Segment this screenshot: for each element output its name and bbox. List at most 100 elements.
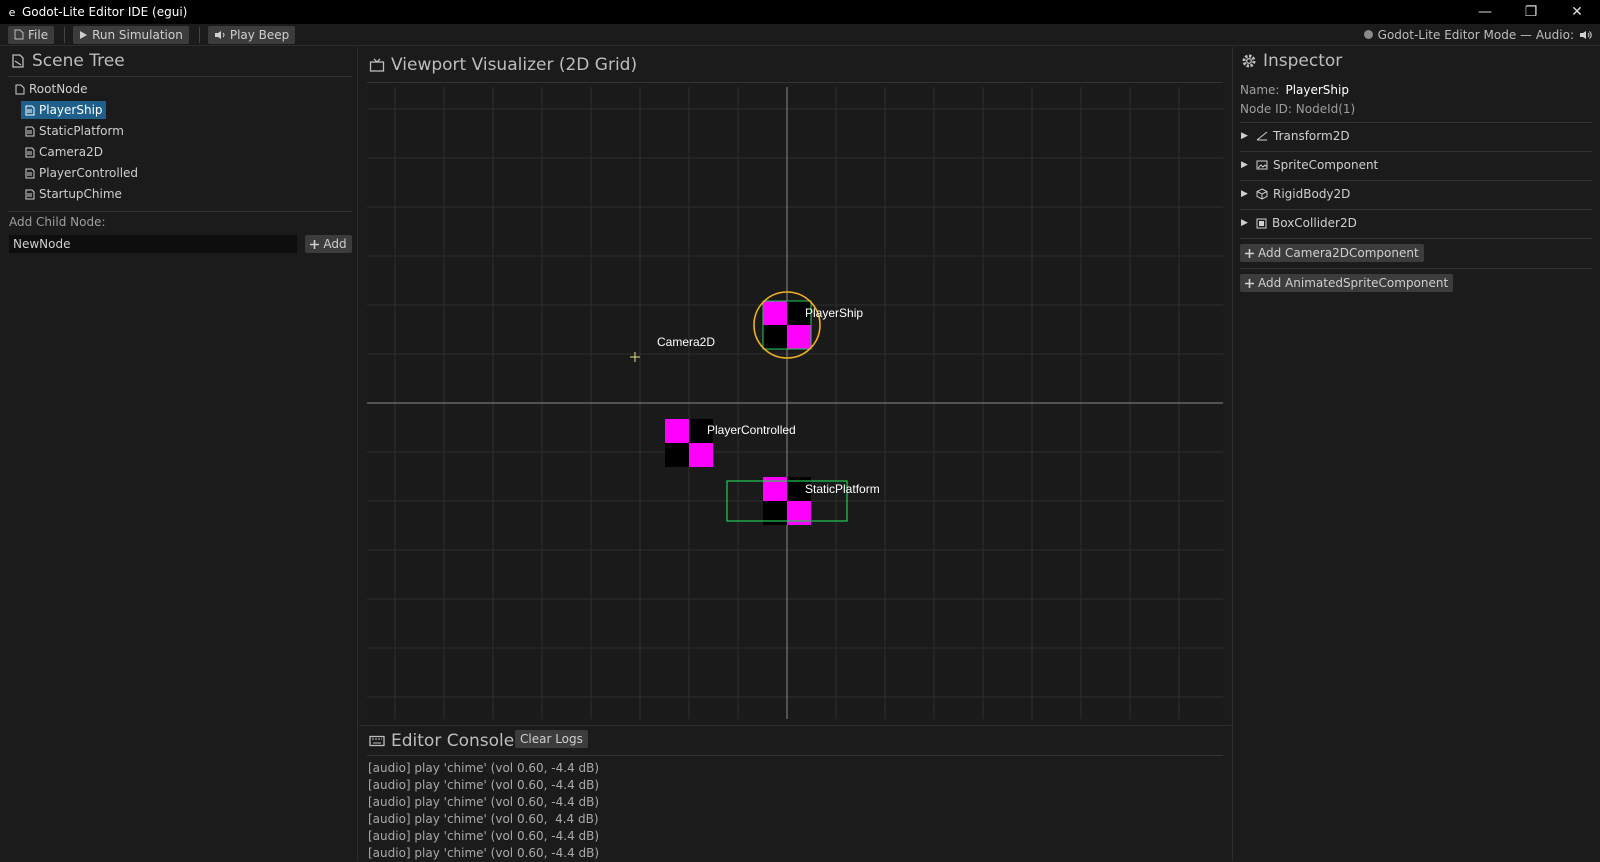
speaker-icon [214, 30, 226, 40]
image-icon [1256, 160, 1268, 170]
divider [1240, 238, 1592, 239]
status-dot-icon [1363, 30, 1373, 39]
file-menu-button[interactable]: File [8, 25, 55, 44]
plus-icon [1245, 248, 1254, 258]
component-boxcollider2d[interactable]: ▶ BoxCollider2D [1241, 214, 1357, 232]
inspector-title: Inspector [1263, 51, 1343, 71]
expand-triangle-icon: ▶ [1241, 131, 1248, 141]
playership-label: PlayerShip [805, 306, 863, 320]
log-line: [audio] play 'chime' (vol 0.60, -4.4 dB) [368, 846, 600, 860]
log-line: [audio] play 'chime' (vol 0.60, 4.4 dB) [368, 812, 599, 826]
expand-triangle-icon: ▶ [1241, 160, 1248, 170]
tree-item-startupchime[interactable]: StartupChime [21, 185, 125, 203]
node-icon [24, 147, 35, 158]
log-line: [audio] play 'chime' (vol 0.60, -4.4 dB) [368, 761, 600, 775]
log-line: [audio] play 'chime' (vol 0.60, -4.4 dB) [368, 829, 600, 843]
node-icon [24, 189, 35, 200]
divider [8, 211, 352, 212]
log-line: [audio] play 'chime' (vol 0.60, -4.4 dB) [368, 795, 600, 809]
component-sprite[interactable]: ▶ SpriteComponent [1241, 156, 1378, 174]
component-label: BoxCollider2D [1272, 216, 1357, 230]
viewport-header: Viewport Visualizer (2D Grid) [369, 53, 637, 77]
divider [1240, 209, 1592, 210]
gear-icon [1241, 53, 1257, 69]
plus-icon [310, 239, 320, 249]
new-node-input[interactable] [9, 235, 297, 253]
component-label: SpriteComponent [1273, 158, 1379, 172]
console-panel: Editor Console Clear Logs [audio] play '… [359, 725, 1231, 861]
tree-item-playership[interactable]: PlayerShip [21, 101, 106, 119]
tree-item-label: RootNode [29, 82, 88, 96]
node-id-label: Node ID: NodeId(1) [1240, 102, 1356, 116]
divider [1240, 151, 1592, 152]
menu-bar: File Run Simulation Play Beep Godot-Lite… [0, 24, 1600, 46]
divider [1240, 268, 1592, 269]
tree-item-camera2d[interactable]: Camera2D [21, 143, 106, 161]
component-transform2d[interactable]: ▶ Transform2D [1241, 127, 1350, 145]
sprite-magenta-tile [787, 325, 811, 349]
sprite-magenta-tile [763, 301, 787, 325]
tree-item-root[interactable]: RootNode [12, 80, 91, 98]
tree-item-label: StartupChime [39, 187, 122, 201]
clear-logs-button[interactable]: Clear Logs [515, 730, 588, 748]
tree-item-label: PlayerShip [39, 103, 103, 117]
console-header: Editor Console [369, 730, 514, 752]
window-title: Godot-Lite Editor IDE (egui) [22, 5, 188, 19]
inspector-header: Inspector [1241, 49, 1342, 73]
scene-tree-icon [10, 53, 26, 69]
name-row: Name: PlayerShip [1240, 83, 1349, 97]
add-button-label: Add [323, 237, 347, 251]
name-label: Name: [1240, 83, 1280, 97]
expand-triangle-icon: ▶ [1241, 218, 1248, 228]
node-icon [24, 168, 35, 179]
file-menu-label: File [28, 27, 49, 42]
scene-tree-title: Scene Tree [32, 51, 125, 71]
viewport-canvas[interactable]: PlayerShip Camera2D PlayerControlled Sta… [367, 87, 1223, 719]
tree-item-label: StaticPlatform [39, 124, 124, 138]
add-child-button[interactable]: Add [305, 235, 352, 253]
add-camera2d-label: Add Camera2DComponent [1258, 246, 1419, 260]
playercontrolled-sprite[interactable]: PlayerControlled [665, 419, 796, 467]
component-label: RigidBody2D [1273, 187, 1351, 201]
menu-separator [198, 26, 200, 43]
play-beep-button[interactable]: Play Beep [207, 25, 296, 44]
viewport-panel: Viewport Visualizer (2D Grid) PlayerShip… [359, 47, 1231, 723]
menu-separator [64, 26, 66, 43]
restore-button[interactable]: ❐ [1508, 0, 1554, 24]
viewport-title: Viewport Visualizer (2D Grid) [391, 55, 638, 75]
sprite-magenta-tile [689, 443, 713, 467]
speaker-icon [1579, 30, 1592, 40]
scene-tree-panel: Scene Tree RootNode PlayerShip StaticPla… [0, 47, 358, 861]
inspector-panel: Inspector Name: PlayerShip Node ID: Node… [1232, 47, 1600, 861]
run-simulation-label: Run Simulation [92, 27, 183, 42]
cube-icon [1256, 188, 1268, 200]
console-title: Editor Console [391, 731, 515, 751]
divider [367, 82, 1223, 83]
name-value[interactable]: PlayerShip [1285, 83, 1349, 97]
node-icon [15, 84, 25, 95]
add-camera2d-button[interactable]: Add Camera2DComponent [1240, 244, 1424, 262]
add-animated-sprite-button[interactable]: Add AnimatedSpriteComponent [1240, 274, 1454, 292]
play-beep-label: Play Beep [229, 27, 290, 42]
camera2d-marker[interactable]: Camera2D [630, 335, 715, 362]
plus-icon [1245, 278, 1254, 288]
run-simulation-button[interactable]: Run Simulation [73, 25, 189, 44]
tree-item-staticplatform[interactable]: StaticPlatform [21, 122, 127, 140]
node-icon [24, 105, 35, 116]
add-animated-sprite-label: Add AnimatedSpriteComponent [1258, 276, 1449, 290]
close-button[interactable]: ✕ [1554, 0, 1600, 24]
component-rigidbody2d[interactable]: ▶ RigidBody2D [1241, 185, 1350, 203]
minimize-button[interactable]: — [1462, 0, 1508, 24]
divider [1240, 180, 1592, 181]
divider [8, 76, 352, 77]
playership-sprite[interactable]: PlayerShip [753, 291, 863, 359]
log-line: [audio] play 'chime' (vol 0.60, -4.4 dB) [368, 778, 600, 792]
divider [367, 755, 1223, 756]
tree-item-playercontrolled[interactable]: PlayerControlled [21, 164, 141, 182]
editor-mode-indicator: Godot-Lite Editor Mode — Audio: [1363, 28, 1592, 42]
component-label: Transform2D [1273, 129, 1350, 143]
playercontrolled-label: PlayerControlled [707, 423, 796, 437]
box-icon [1256, 218, 1267, 229]
divider [1240, 122, 1592, 123]
camera2d-label: Camera2D [657, 335, 715, 349]
